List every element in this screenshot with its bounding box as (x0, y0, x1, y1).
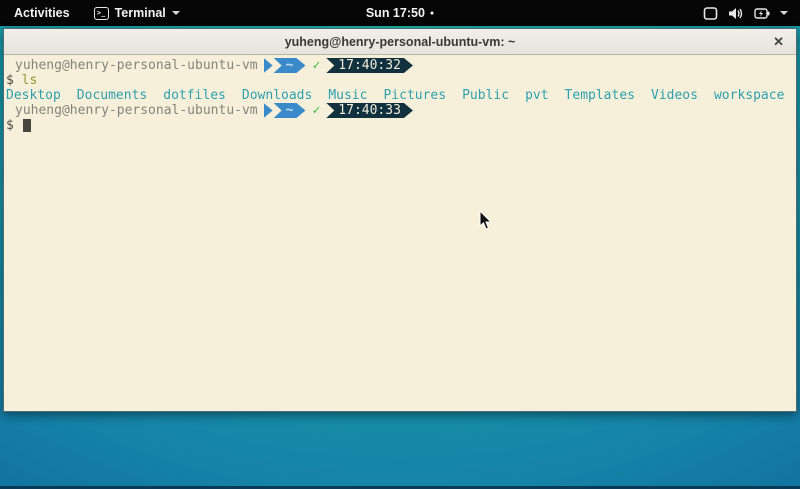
ls-output-line: Desktop Documents dotfiles Downloads Mus… (6, 88, 794, 103)
terminal-icon: >_ (94, 7, 109, 20)
directory-entry: Documents (77, 88, 147, 103)
app-menu-terminal[interactable]: >_ Terminal (84, 0, 190, 26)
directory-entry: Desktop (6, 88, 61, 103)
prompt-line: yuheng@henry-personal-ubuntu-vm ~ ✓ 17:4… (6, 58, 794, 73)
display-icon (703, 7, 718, 20)
volume-icon (728, 7, 744, 20)
app-menu-label: Terminal (115, 6, 166, 20)
directory-entry: workspace (714, 88, 784, 103)
terminal-window: yuheng@henry-personal-ubuntu-vm: ~ ✕ yuh… (3, 28, 797, 412)
status-check-icon: ✓ (312, 103, 320, 118)
directory-entry: Videos (651, 88, 698, 103)
directory-entry: pvt (525, 88, 548, 103)
top-bar: Activities >_ Terminal Sun 17:50 ● (0, 0, 800, 26)
powerline-arrow-icon (264, 103, 273, 118)
close-button[interactable]: ✕ (761, 29, 796, 55)
prompt-line: yuheng@henry-personal-ubuntu-vm ~ ✓ 17:4… (6, 103, 794, 118)
clock-label: Sun 17:50 (366, 6, 425, 20)
directory-entry: Pictures (383, 88, 446, 103)
terminal-screen[interactable]: yuheng@henry-personal-ubuntu-vm ~ ✓ 17:4… (4, 55, 796, 411)
system-tray-menu[interactable] (691, 0, 800, 26)
notification-dot-icon: ● (430, 10, 434, 17)
prompt-timestamp: 17:40:32 (326, 58, 413, 73)
prompt-symbol: $ (6, 73, 14, 88)
directory-entry: Music (328, 88, 367, 103)
chevron-down-icon (172, 11, 180, 15)
command-line: $ ls (6, 73, 794, 88)
prompt-directory-segment: ~ (274, 58, 306, 73)
directory-entry: Public (462, 88, 509, 103)
prompt-user-host: yuheng@henry-personal-ubuntu-vm (15, 58, 258, 73)
directory-entry: Templates (565, 88, 635, 103)
text-cursor (23, 119, 31, 132)
directory-entry: Downloads (242, 88, 312, 103)
clock-button[interactable]: Sun 17:50 ● (366, 6, 434, 20)
prompt-symbol: $ (6, 118, 14, 133)
activities-button[interactable]: Activities (0, 0, 84, 26)
input-line[interactable]: $ (6, 118, 794, 133)
chevron-down-icon (780, 11, 788, 15)
window-title: yuheng@henry-personal-ubuntu-vm: ~ (4, 35, 796, 49)
powerline-arrow-icon (264, 58, 273, 73)
window-titlebar[interactable]: yuheng@henry-personal-ubuntu-vm: ~ ✕ (4, 29, 796, 55)
battery-charging-icon (754, 7, 770, 20)
prompt-directory-segment: ~ (274, 103, 306, 118)
status-check-icon: ✓ (312, 58, 320, 73)
prompt-user-host: yuheng@henry-personal-ubuntu-vm (15, 103, 258, 118)
directory-entry: dotfiles (163, 88, 226, 103)
prompt-timestamp: 17:40:33 (326, 103, 413, 118)
typed-command: ls (22, 73, 38, 88)
